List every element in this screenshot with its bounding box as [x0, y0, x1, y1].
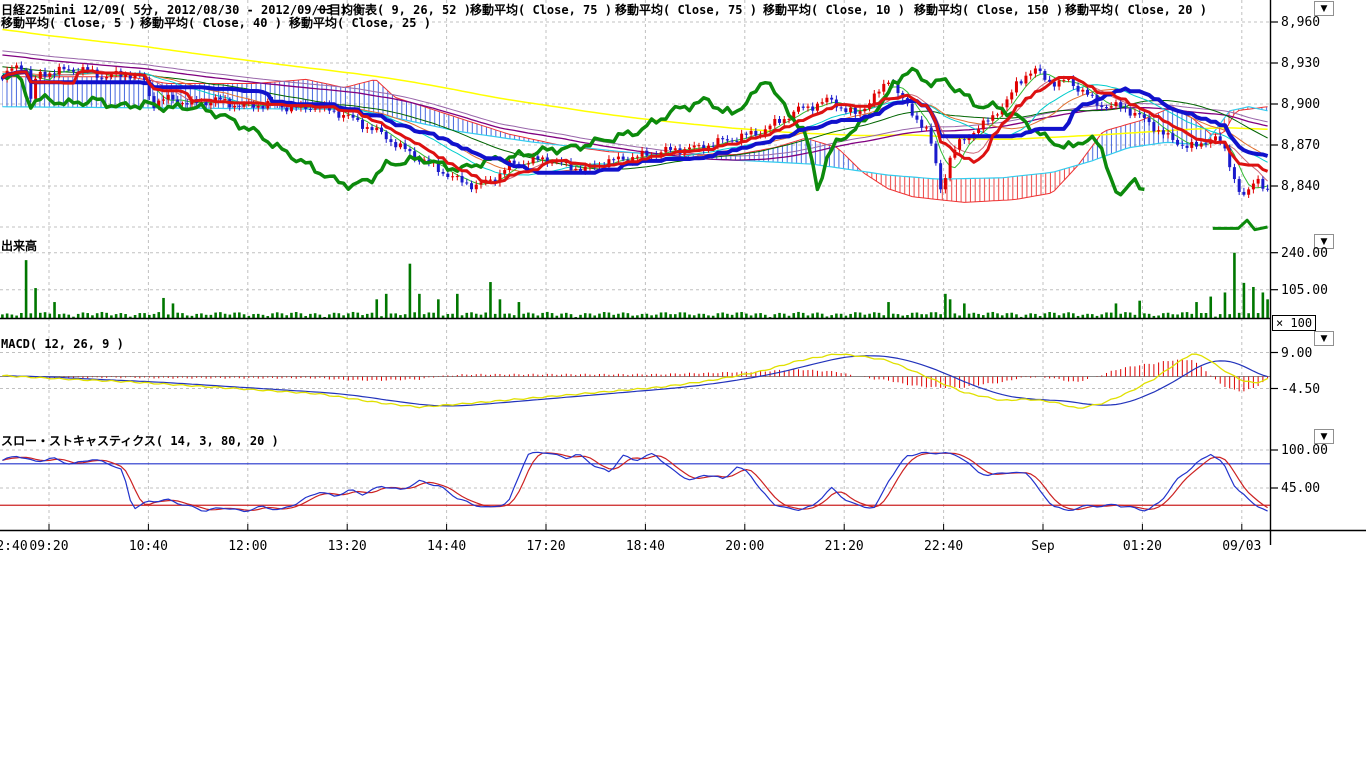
time-axis-label: 09/03 [1212, 539, 1272, 554]
macd-pane-label: MACD( 12, 26, 9 ) [1, 337, 124, 351]
price-pane-menu-dropdown[interactable]: ▼ [1314, 1, 1334, 16]
legend-item-1-1: 移動平均( Close, 40 ) [140, 14, 282, 31]
macd-pane-menu-dropdown[interactable]: ▼ [1314, 331, 1334, 346]
legend-item-0-4: 移動平均( Close, 10 ) [763, 1, 905, 18]
legend-item-0-3: 移動平均( Close, 75 ) [615, 1, 757, 18]
price-ytick: 8,960 [1281, 15, 1345, 30]
time-axis-label: 14:40 [417, 539, 477, 554]
legend-item-0-5: 移動平均( Close, 150 ) [914, 1, 1063, 18]
time-axis-label: 22:40 [914, 539, 974, 554]
chevron-down-icon: ▼ [1321, 432, 1328, 442]
chevron-down-icon: ▼ [1321, 334, 1328, 344]
time-axis-label: 13:20 [317, 539, 377, 554]
macd-histogram [12, 359, 1268, 391]
time-axis-label: 10:40 [118, 539, 178, 554]
chart-plot-area[interactable] [0, 0, 1366, 560]
chart-canvas[interactable] [0, 0, 1366, 560]
stoch-pane-label: スロー・ストキャスティクス( 14, 3, 80, 20 ) [1, 432, 279, 449]
time-axis-label: 20:00 [715, 539, 775, 554]
price-ytick: 8,870 [1281, 138, 1345, 153]
stoch-pane-menu-dropdown[interactable]: ▼ [1314, 429, 1334, 444]
volume-bars [1, 253, 1269, 319]
legend-item-1-0: 移動平均( Close, 5 ) [1, 14, 136, 31]
macd-ytick: -4.50 [1281, 382, 1345, 397]
price-ytick: 8,840 [1281, 179, 1345, 194]
macd-ytick: 9.00 [1281, 346, 1345, 361]
time-axis-label: 09:20 [19, 539, 79, 554]
price-ytick: 8,930 [1281, 56, 1345, 71]
legend-item-0-6: 移動平均( Close, 20 ) [1065, 1, 1207, 18]
volume-pane-label: 出来高 [1, 237, 37, 254]
time-axis-label: 12:00 [218, 539, 278, 554]
legend-item-1-2: 移動平均( Close, 25 ) [289, 14, 431, 31]
stoch-ytick: 100.00 [1281, 443, 1345, 458]
charting-app: 日経225mini 12/09( 5分, 2012/08/30 - 2012/0… [0, 0, 1366, 768]
stoch-lines [2, 452, 1267, 511]
time-axis-label: 18:40 [615, 539, 675, 554]
volume-multiplier-badge: × 100 [1272, 315, 1316, 331]
volume-ytick: 105.00 [1281, 283, 1345, 298]
time-axis-label: Sep [1013, 539, 1073, 554]
time-axis-label: 21:20 [814, 539, 874, 554]
price-ytick: 8,900 [1281, 97, 1345, 112]
chevron-down-icon: ▼ [1321, 4, 1328, 14]
stoch-ytick: 45.00 [1281, 481, 1345, 496]
volume-ytick: 240.00 [1281, 246, 1345, 261]
time-axis-label: 17:20 [516, 539, 576, 554]
time-axis-label: 01:20 [1112, 539, 1172, 554]
legend-item-0-2: 移動平均( Close, 75 ) [470, 1, 612, 18]
